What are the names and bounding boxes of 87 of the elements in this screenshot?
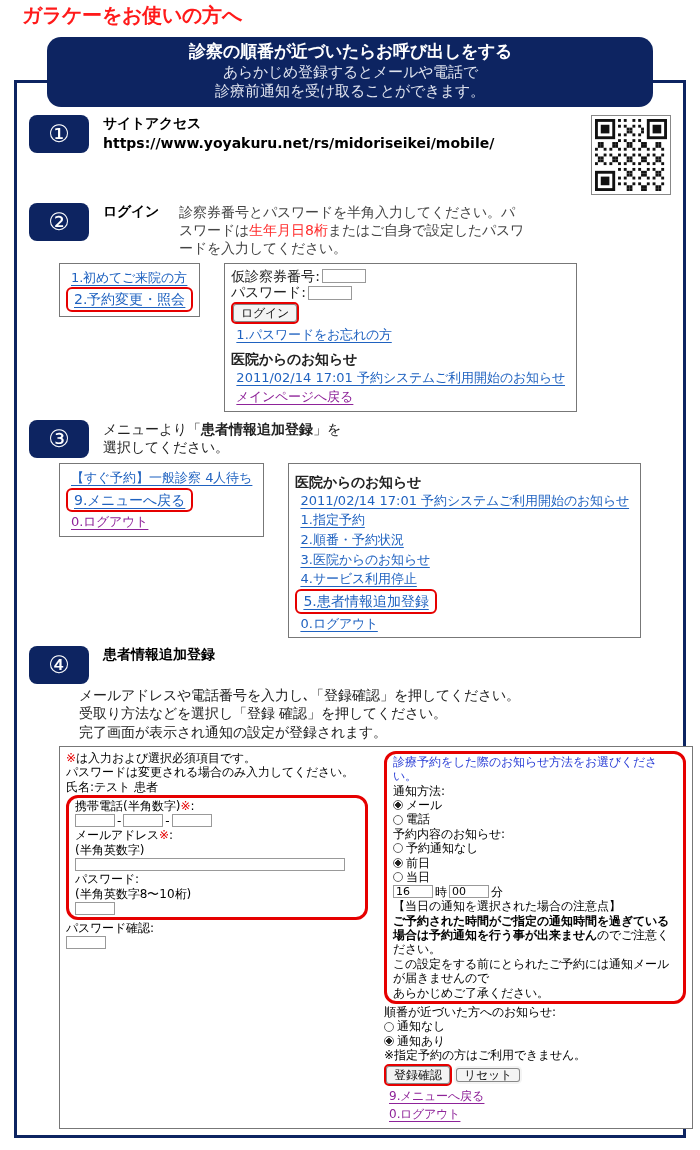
radio-label: 予約通知なし	[406, 841, 478, 856]
step-badge: ①	[29, 114, 89, 153]
menu-link[interactable]: 0.ログアウト	[384, 1105, 466, 1124]
radio-label: 前日	[406, 855, 430, 870]
notice-heading: 医院からのお知らせ	[295, 474, 422, 491]
step-badge: ②	[29, 202, 89, 241]
radio-label: 当日	[406, 869, 430, 885]
input-field[interactable]	[171, 814, 212, 828]
form-text: 予約内容のお知らせ:	[393, 826, 506, 842]
form-text: パスワード:	[231, 284, 307, 302]
input-field[interactable]	[75, 814, 115, 828]
instruction-text: 受取り方法などを選択し「登録 確認」を押してください。	[79, 704, 449, 723]
page-title: ガラケーをお使いの方へ	[21, 2, 243, 29]
menu-link[interactable]: 2.予約変更・照会	[66, 287, 194, 312]
form-text: -	[165, 813, 170, 829]
menu-link[interactable]: 2011/02/14 17:01 予約システムご利用開始のお知らせ	[295, 490, 635, 511]
step-description: 診察券番号とパスワードを半角入力してください。パスワードは生年月日8桁またはご自身で設定したパスワードを入力してください。	[179, 202, 524, 258]
radio-label: 通知あり	[397, 1033, 445, 1049]
radio-button[interactable]	[393, 800, 403, 811]
instruction-text: 完了画面が表示され通知の設定が登録されます。	[79, 722, 388, 741]
form-text: パスワード:	[75, 872, 140, 887]
form-text: ご予約された時間がご指定の通知時間を過ぎている場合は予約通知を行う事が出来ませんのでご注意ください。	[393, 913, 670, 957]
banner-text: あらかじめ登録するとメールや電話で	[221, 62, 479, 83]
form-text: 氏名:テスト 患者	[66, 779, 159, 794]
menu-link[interactable]: 1.指定予約	[295, 510, 370, 531]
form-text: ※指定予約の方はご利用できません。	[384, 1048, 588, 1063]
input-field[interactable]	[308, 285, 353, 300]
form-text: -	[117, 813, 122, 829]
input-field[interactable]	[75, 901, 115, 915]
form-button[interactable]: 登録確認	[384, 1063, 452, 1086]
form-button[interactable]: リセット	[454, 1065, 522, 1084]
form-text: 通知方法:	[393, 783, 446, 798]
menu-link[interactable]: 9.メニューへ戻る	[384, 1087, 490, 1106]
form-text: メールアドレス※:	[75, 828, 174, 843]
radio-label: 電話	[406, 812, 430, 827]
radio-button[interactable]	[393, 814, 403, 825]
input-field[interactable]: 00	[449, 885, 489, 899]
step-badge: ④	[29, 646, 89, 685]
input-field[interactable]	[66, 936, 106, 950]
form-text: 診療予約をした際のお知らせ方法をお選びください。	[393, 754, 658, 784]
menu-link[interactable]: 4.サービス利用停止	[295, 569, 422, 589]
menu-link[interactable]: 5.患者情報追加登録	[295, 588, 437, 614]
notice-heading: 医院からのお知らせ	[231, 351, 358, 368]
menu-link[interactable]: 2.順番・予約状況	[295, 530, 409, 550]
radio-button[interactable]	[393, 872, 403, 883]
form-text: この設定をする前にとられたご予約には通知メールが届きませんので	[393, 956, 670, 986]
form-text: あらかじめご了承ください。	[393, 985, 549, 1001]
menu-link[interactable]: 1.パスワードをお忘れの方	[231, 325, 397, 346]
step-title: ログイン	[103, 202, 159, 221]
menu-link[interactable]: 3.医院からのお知らせ	[295, 549, 435, 570]
step-title: 患者情報追加登録	[103, 646, 215, 665]
step-description: メニューより「患者情報追加登録」を選択してください。	[103, 420, 342, 457]
menu-link[interactable]: 2011/02/14 17:01 予約システムご利用開始のお知らせ	[231, 367, 570, 388]
menu-link[interactable]: メインページへ戻る	[231, 387, 359, 408]
step-title: サイトアクセス	[103, 114, 201, 133]
form-text: パスワードは変更される場合のみ入力してください。	[66, 765, 355, 780]
form-text: 分	[491, 884, 503, 899]
input-field[interactable]	[123, 814, 164, 828]
radio-button[interactable]	[384, 1021, 394, 1032]
form-text: ※は入力および選択必須項目です。	[66, 750, 258, 766]
form-text: 仮診察券番号:	[231, 267, 321, 285]
instruction-text: メールアドレスや電話番号を入力し､「登録確認」を押してください。	[79, 686, 521, 705]
banner-title: 診察の順番が近づいたらお呼び出しをする	[187, 40, 513, 63]
menu-link[interactable]: 0.ログアウト	[295, 613, 383, 634]
radio-button[interactable]	[393, 843, 403, 854]
input-field[interactable]: 16	[393, 885, 433, 899]
menu-link[interactable]: 9.メニューへ戻る	[66, 487, 194, 513]
form-text: 【当日の通知を選択された場合の注意点】	[393, 899, 621, 914]
menu-link[interactable]: 1.初めてご来院の方	[66, 267, 193, 288]
menu-link[interactable]: 0.ログアウト	[66, 512, 154, 533]
form-text: 順番が近づいた方へのお知らせ:	[384, 1005, 558, 1020]
radio-button[interactable]	[393, 857, 403, 868]
form-text: (半角英数字8〜10桁)	[75, 886, 192, 901]
step-badge: ③	[29, 420, 89, 459]
radio-label: メール	[406, 797, 442, 813]
form-text: 携帯電話(半角数字)※:	[75, 798, 195, 814]
radio-button[interactable]	[384, 1036, 394, 1046]
banner-text: 診療前通知を受け取ることができます。	[214, 82, 486, 102]
form-button[interactable]: ログイン	[231, 302, 300, 325]
site-url: https://www.yoyakuru.net/rs/midoriseikei/mobile/	[103, 134, 496, 151]
form-text: 時	[435, 884, 447, 899]
menu-link[interactable]: 【すぐ予約】一般診察 4人待ち	[66, 468, 258, 488]
input-field[interactable]	[322, 268, 367, 283]
form-text: パスワード確認:	[66, 920, 156, 936]
form-text: (半角英数字)	[75, 842, 145, 858]
input-field[interactable]	[75, 858, 345, 872]
radio-label: 通知なし	[397, 1019, 445, 1034]
